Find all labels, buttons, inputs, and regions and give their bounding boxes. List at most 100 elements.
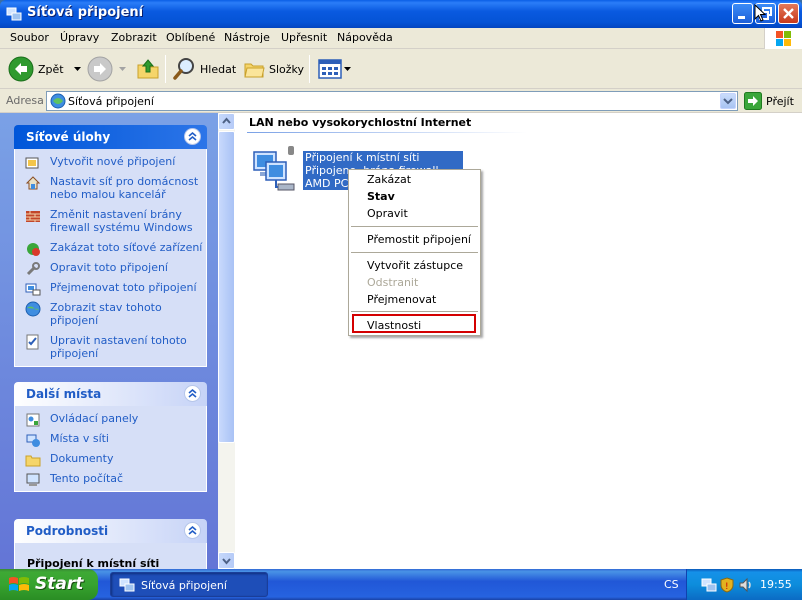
network-tasks-body: Vytvořit nové připojení Nastavit síť pro… [14,149,207,367]
address-dropdown-button[interactable] [720,93,736,109]
menu-advanced[interactable]: Upřesnit [281,31,327,44]
network-tray-icon[interactable] [701,577,717,593]
menu-bar: Soubor Úpravy Zobrazit Oblíbené Nástroje… [0,28,802,49]
lan-connection-icon[interactable] [250,146,300,194]
task-pane: Síťové úlohy Vytvořit nové připojení Nas… [0,113,218,569]
menu-item-bridge[interactable]: Přemostit připojení [367,233,471,246]
network-connections-icon [50,93,66,109]
back-dropdown-icon[interactable] [73,67,81,71]
task-pane-scrollbar[interactable] [218,113,235,569]
mouse-cursor-icon [754,4,766,22]
firewall-icon [26,211,40,222]
system-tray: ! 19:55 [686,569,802,600]
up-folder-icon [137,59,159,79]
other-places-header[interactable]: Další místa [14,382,207,406]
forward-dropdown-icon[interactable] [119,67,126,71]
menu-item-create-shortcut[interactable]: Vytvořit zástupce [367,259,463,272]
close-icon [783,8,794,19]
task-view-status[interactable]: Zobrazit stav tohoto připojení [25,301,206,327]
group-header: LAN nebo vysokorychlostní Internet [249,116,472,129]
task-change-settings[interactable]: Upravit nastavení tohoto připojení [25,334,206,360]
properties-highlight-box [352,314,476,333]
network-tasks-panel: Síťové úlohy Vytvořit nové připojení Nas… [14,125,207,367]
views-dropdown-icon[interactable] [344,67,351,71]
home-network-icon [25,176,41,190]
context-menu: Zakázat Stav Opravit Přemostit připojení… [348,169,481,336]
place-my-computer[interactable]: Tento počítač [25,472,206,486]
windows-flag-icon [9,577,29,591]
toolbar: Zpět Hledat Složky [0,49,802,89]
menu-help[interactable]: Nápověda [337,31,393,44]
details-header[interactable]: Podrobnosti [14,519,207,543]
task-disable-device[interactable]: Zakázat toto síťové zařízení [25,241,206,256]
computer-icon [26,473,40,486]
place-network-places[interactable]: Místa v síti [25,432,206,447]
address-input[interactable]: Síťová připojení [46,91,738,111]
scroll-down-button[interactable] [218,552,235,569]
svg-text:!: ! [725,582,729,592]
menu-edit[interactable]: Úpravy [60,31,99,44]
task-create-connection[interactable]: Vytvořit nové připojení [25,155,206,169]
taskbar-window-button[interactable]: Síťová připojení [110,572,268,597]
menu-favorites[interactable]: Oblíbené [166,31,215,44]
status-globe-icon [25,301,41,317]
task-setup-home-network[interactable]: Nastavit síť pro domácnost nebo malou ka… [25,175,206,201]
chevron-down-icon [723,98,733,105]
menu-item-rename[interactable]: Přejmenovat [367,293,436,306]
task-change-firewall[interactable]: Změnit nastavení brány firewall systému … [25,208,206,234]
other-places-title: Další místa [26,387,102,401]
views-button[interactable] [318,53,351,85]
documents-folder-icon [25,455,41,467]
menu-view[interactable]: Zobrazit [111,31,157,44]
go-arrow-icon [744,92,762,110]
settings-checklist-icon [26,334,39,350]
chevron-up-double-icon [188,131,197,141]
group-divider [247,132,527,133]
back-button[interactable]: Zpět [8,53,81,85]
place-documents[interactable]: Dokumenty [25,452,206,467]
scroll-up-button[interactable] [218,113,235,130]
collapse-button[interactable] [184,128,201,145]
task-repair-connection[interactable]: Opravit toto připojení [25,261,206,276]
place-control-panel[interactable]: Ovládací panely [25,412,206,427]
task-rename-connection[interactable]: Přejmenovat toto připojení [25,281,206,296]
menu-item-status[interactable]: Stav [367,190,395,203]
scroll-thumb[interactable] [218,131,235,443]
close-button[interactable] [778,3,799,24]
details-panel: Podrobnosti Připojení k místní síti [14,519,207,569]
start-button[interactable]: Start [0,569,98,600]
forward-arrow-icon [87,56,113,82]
menu-tools[interactable]: Nástroje [224,31,270,44]
up-folder-button[interactable] [136,53,160,85]
back-label: Zpět [38,62,64,76]
menu-item-repair[interactable]: Opravit [367,207,408,220]
wrench-icon [26,262,40,276]
views-icon [318,59,342,79]
address-label: Adresa [6,94,44,107]
menu-file[interactable]: Soubor [10,31,49,44]
menu-item-disable[interactable]: Zakázat [367,173,411,186]
address-bar: Adresa Síťová připojení Přejít [0,89,802,113]
taskbar: Start Síťová připojení CS ! 19:55 [0,569,802,600]
folders-icon [244,63,265,78]
title-bar[interactable]: Síťová připojení [0,0,802,28]
collapse-button[interactable] [184,522,201,539]
search-button[interactable]: Hledat [172,53,236,85]
language-indicator[interactable]: CS [664,578,679,591]
folders-button[interactable]: Složky [243,53,304,85]
collapse-button[interactable] [184,385,201,402]
forward-button[interactable] [87,53,126,85]
chevron-down-icon [222,558,231,565]
content-area[interactable]: LAN nebo vysokorychlostní Internet Připo… [235,113,802,569]
other-places-panel: Další místa Ovládací panely Místa v síti… [14,382,207,492]
search-icon [173,58,194,80]
network-tasks-header[interactable]: Síťové úlohy [14,125,207,149]
clock[interactable]: 19:55 [760,578,792,591]
minimize-button[interactable] [732,3,753,24]
details-body: Připojení k místní síti [14,543,207,569]
security-shield-icon[interactable]: ! [720,577,734,593]
volume-icon[interactable] [738,577,754,593]
chevron-up-icon [222,117,231,124]
go-label: Přejít [766,94,794,108]
go-button[interactable]: Přejít [744,92,794,110]
